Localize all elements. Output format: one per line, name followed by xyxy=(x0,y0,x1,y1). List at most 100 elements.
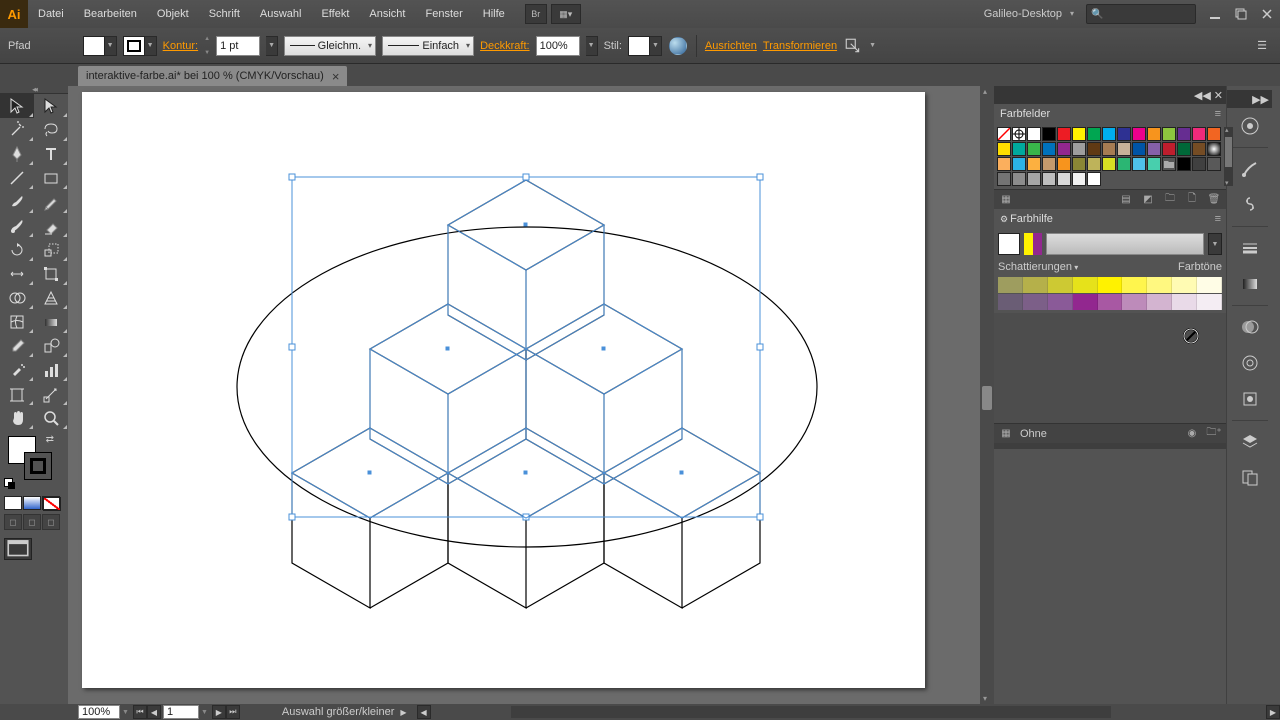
delete-swatch-icon[interactable]: 🗑 xyxy=(1206,193,1222,207)
stroke-panel-icon[interactable] xyxy=(1235,233,1265,263)
swatch[interactable] xyxy=(1057,157,1071,171)
appearance-panel-icon[interactable] xyxy=(1235,348,1265,378)
align-link[interactable]: Ausrichten xyxy=(705,40,757,52)
drawmode-normal-icon[interactable]: ◻ xyxy=(4,514,22,530)
color-guide-panel-title[interactable]: ⚙Farbhilfe xyxy=(994,209,1226,229)
hscroll-left[interactable]: ◀ xyxy=(417,705,431,719)
swap-fill-stroke-icon[interactable]: ⇄ xyxy=(46,434,54,445)
swatch[interactable] xyxy=(1147,157,1161,171)
swatch[interactable] xyxy=(1132,142,1146,156)
line-tool[interactable] xyxy=(0,166,34,190)
save-group-icon[interactable]: 🗀⁺ xyxy=(1206,427,1222,441)
swatch[interactable] xyxy=(1027,142,1041,156)
document-tab[interactable]: interaktive-farbe.ai* bei 100 % (CMYK/Vo… xyxy=(78,66,347,86)
first-artboard-button[interactable]: ⏮ xyxy=(133,705,147,719)
guide-swatch[interactable] xyxy=(1122,294,1147,310)
mesh-tool[interactable] xyxy=(0,310,34,334)
swatch[interactable] xyxy=(1162,157,1176,171)
swatch[interactable] xyxy=(1027,127,1041,141)
guide-swatch[interactable] xyxy=(1122,277,1147,293)
screen-mode-button[interactable] xyxy=(4,538,32,560)
swatch[interactable] xyxy=(1192,127,1206,141)
swatch[interactable] xyxy=(1207,127,1221,141)
menu-effekt[interactable]: Effekt xyxy=(311,0,359,28)
color-panel-icon[interactable] xyxy=(1235,111,1265,141)
symbol-sprayer-tool[interactable] xyxy=(0,358,34,382)
harmony-rule-dropdown[interactable]: ▼ xyxy=(1208,233,1222,255)
blend-tool[interactable] xyxy=(34,334,68,358)
swatches-panel-title[interactable]: Farbfelder xyxy=(994,104,1226,124)
guide-swatch[interactable] xyxy=(998,294,1023,310)
isolate-icon[interactable] xyxy=(843,36,863,56)
eyedropper-tool[interactable] xyxy=(0,334,34,358)
swatch[interactable] xyxy=(1102,127,1116,141)
artboard[interactable] xyxy=(82,92,925,688)
tools-collapse-grip[interactable] xyxy=(0,86,68,94)
stroke-link[interactable]: Kontur: xyxy=(163,40,198,52)
recolor-icon[interactable] xyxy=(668,36,688,56)
drawmode-behind-icon[interactable]: ◻ xyxy=(23,514,41,530)
pen-tool[interactable] xyxy=(0,142,34,166)
scale-tool[interactable] xyxy=(34,238,68,262)
brushes-panel-icon[interactable] xyxy=(1235,154,1265,184)
width-tool[interactable] xyxy=(0,262,34,286)
shape-builder-tool[interactable] xyxy=(0,286,34,310)
swatch[interactable] xyxy=(1072,157,1086,171)
swatch[interactable] xyxy=(1042,157,1056,171)
menu-auswahl[interactable]: Auswahl xyxy=(250,0,312,28)
swatch[interactable] xyxy=(1192,142,1206,156)
artboard-tool[interactable] xyxy=(0,382,34,406)
swatch[interactable] xyxy=(997,142,1011,156)
new-swatch-icon[interactable]: 🗋 xyxy=(1184,193,1200,207)
graph-tool[interactable] xyxy=(34,358,68,382)
brush-dropdown[interactable]: Einfach xyxy=(382,36,474,56)
zoom-input[interactable]: 100% xyxy=(78,705,120,719)
last-artboard-button[interactable]: ⏭ xyxy=(226,705,240,719)
swatch[interactable] xyxy=(1072,172,1086,186)
magic-wand-tool[interactable] xyxy=(0,118,34,142)
layers-panel-icon[interactable] xyxy=(1235,427,1265,457)
guide-swatch[interactable] xyxy=(1197,277,1222,293)
swatch[interactable] xyxy=(1177,142,1191,156)
swatch[interactable] xyxy=(1147,127,1161,141)
color-mode-solid[interactable] xyxy=(4,496,22,510)
graphic-styles-panel-icon[interactable] xyxy=(1235,384,1265,414)
swatch[interactable] xyxy=(1027,172,1041,186)
menu-objekt[interactable]: Objekt xyxy=(147,0,199,28)
guide-swatch[interactable] xyxy=(1073,294,1098,310)
swatch[interactable] xyxy=(1147,142,1161,156)
minimize-button[interactable] xyxy=(1202,3,1228,25)
swatch[interactable] xyxy=(1057,142,1071,156)
guide-swatch[interactable] xyxy=(1172,277,1197,293)
swatch[interactable] xyxy=(1072,127,1086,141)
guide-swatch[interactable] xyxy=(1073,277,1098,293)
guide-swatch[interactable] xyxy=(1023,294,1048,310)
swatch[interactable] xyxy=(1102,157,1116,171)
controlbar-menu-icon[interactable]: ☰ xyxy=(1252,36,1272,56)
fill-stroke-control[interactable]: ⇄ xyxy=(4,434,64,490)
menu-hilfe[interactable]: Hilfe xyxy=(473,0,515,28)
maximize-button[interactable] xyxy=(1228,3,1254,25)
active-colors[interactable] xyxy=(1024,233,1042,255)
document-tab-close[interactable]: × xyxy=(332,69,340,84)
type-tool[interactable] xyxy=(34,142,68,166)
gradient-tool[interactable] xyxy=(34,310,68,334)
workspace-switcher[interactable]: Galileo-Desktop xyxy=(974,8,1080,20)
swatch[interactable] xyxy=(1117,157,1131,171)
artboard-number-input[interactable]: 1 xyxy=(163,705,199,719)
stroke-weight-input[interactable]: 1 pt xyxy=(216,36,260,56)
swatch[interactable] xyxy=(1012,142,1026,156)
transform-link[interactable]: Transformieren xyxy=(763,40,837,52)
harmony-rule-bar[interactable] xyxy=(1046,233,1204,255)
close-button[interactable] xyxy=(1254,3,1280,25)
swatch[interactable] xyxy=(1132,157,1146,171)
panel-vscroll[interactable] xyxy=(980,86,994,704)
guide-swatch[interactable] xyxy=(1098,277,1123,293)
swatch[interactable] xyxy=(1042,142,1056,156)
paintbrush-tool[interactable] xyxy=(0,190,34,214)
guide-swatch[interactable] xyxy=(1147,294,1172,310)
swatch[interactable] xyxy=(1042,172,1056,186)
swatch[interactable] xyxy=(997,127,1011,141)
limit-colors-icon[interactable]: ▦ xyxy=(998,427,1014,441)
swatch[interactable] xyxy=(1087,142,1101,156)
